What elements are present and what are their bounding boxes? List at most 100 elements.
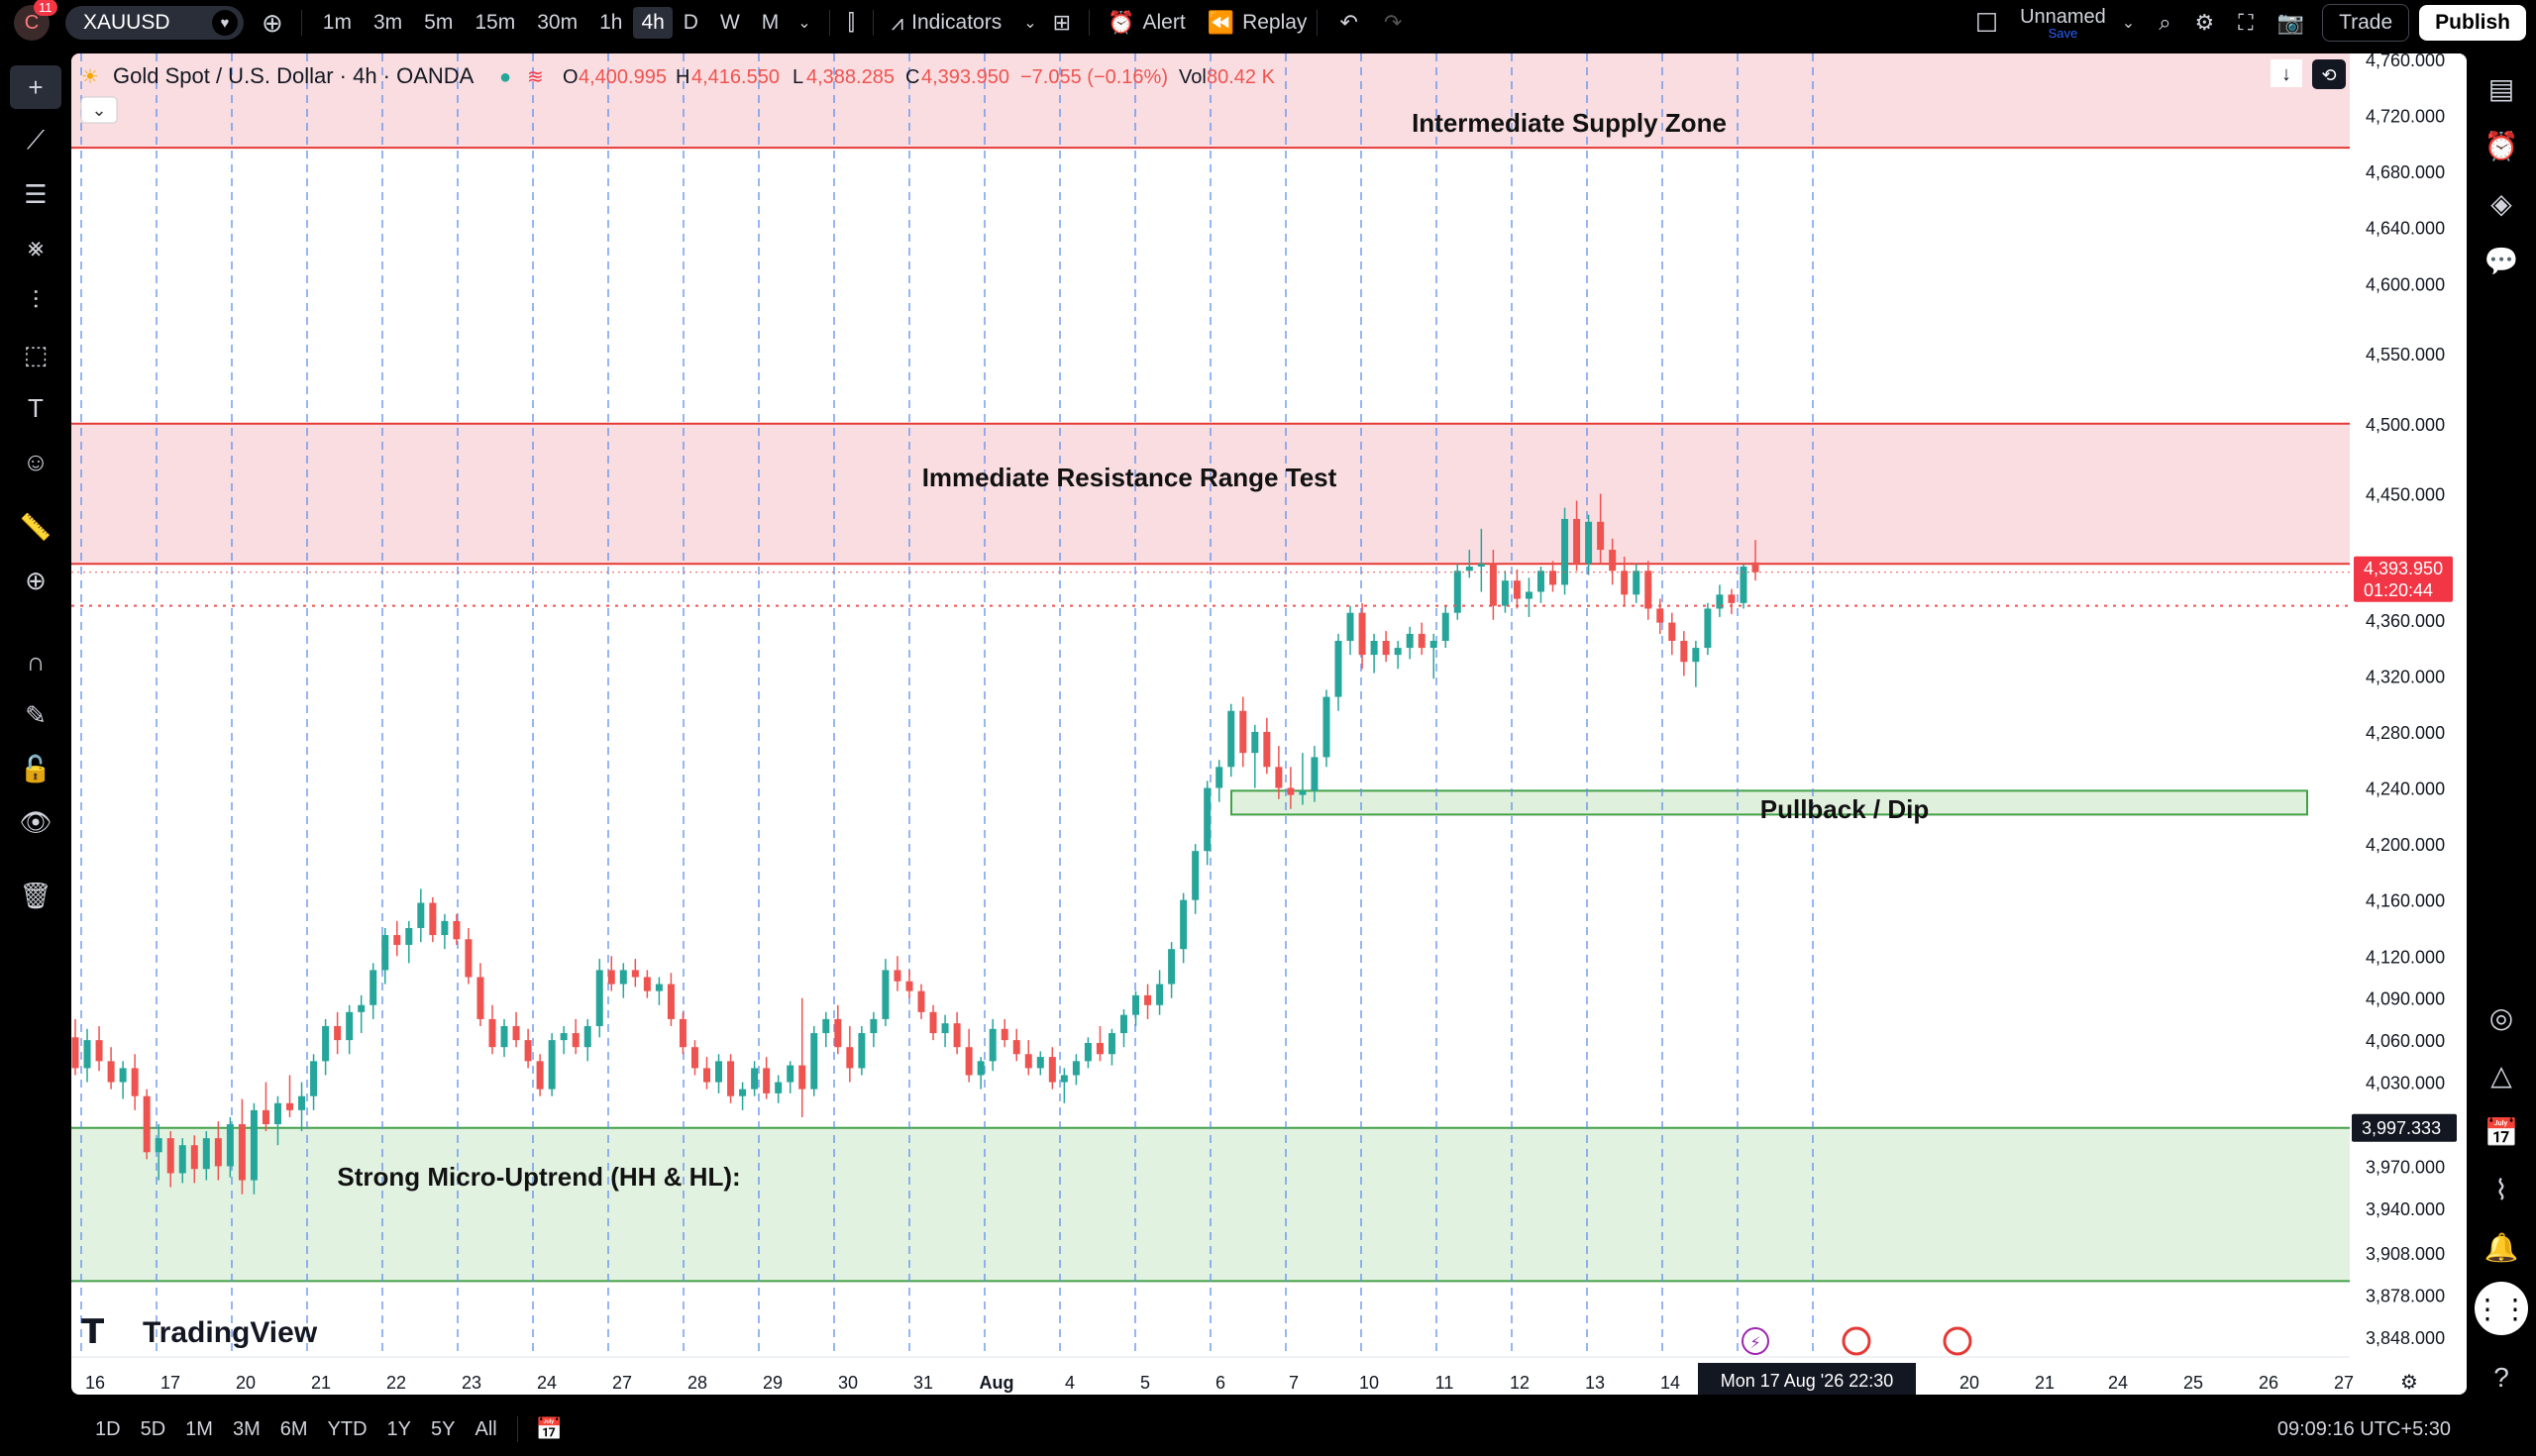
chevron-down-icon[interactable]: ⌄ [1015, 13, 1044, 33]
timeframe-W[interactable]: W [709, 11, 751, 35]
camera-icon[interactable]: 📷 [2270, 10, 2312, 36]
eye-icon[interactable]: 👁 [10, 800, 61, 844]
candle-body [1394, 648, 1402, 656]
heart-icon[interactable]: ♥ [212, 10, 238, 36]
candle-body [429, 902, 437, 936]
chart-pane[interactable]: ⌄ Intermediate Supply Zone Immediate Resis… [71, 53, 2467, 1395]
fullscreen-icon[interactable]: ⛶ [2230, 10, 2261, 36]
account-avatar[interactable]: C 11 [14, 0, 57, 41]
timeframe-5m[interactable]: 5m [413, 11, 464, 35]
range-5y[interactable]: 5Y [421, 1418, 465, 1441]
timeframe-15m[interactable]: 15m [464, 11, 526, 35]
lock-icon[interactable]: 🔓 [10, 747, 61, 790]
candle-body [953, 1023, 961, 1048]
text-icon[interactable]: T [10, 386, 61, 430]
candle-body [763, 1068, 771, 1093]
bell-icon[interactable]: 🔔 [2475, 1220, 2528, 1274]
chat-icon[interactable]: 💬 [2475, 234, 2528, 287]
candle-body [1060, 1075, 1068, 1083]
trash-icon[interactable]: 🗑 [10, 874, 61, 917]
trade-button[interactable]: Trade [2322, 4, 2410, 42]
trend-triangle-icon[interactable]: △ [2475, 1048, 2528, 1101]
candle-body [1382, 641, 1390, 656]
range-ytd[interactable]: YTD [318, 1418, 377, 1441]
price-chart[interactable]: ⌄ Intermediate Supply Zone Immediate Resis… [71, 53, 2467, 1395]
candle-body [1536, 571, 1544, 592]
zoom-icon[interactable]: ⊕ [10, 559, 61, 602]
alerts-clock-icon[interactable]: ⏰ [2475, 119, 2528, 172]
candle-body [1358, 612, 1366, 656]
candle-body [346, 1011, 354, 1041]
timeframe-M[interactable]: M [751, 11, 791, 35]
candle-body [787, 1065, 794, 1083]
layout-square-icon[interactable]: ☐ [1967, 8, 2006, 39]
legend-close: 4,393.950 [921, 66, 1009, 88]
layout-name[interactable]: Unnamed Save [2020, 7, 2106, 40]
candlestick-type-icon[interactable]: ⫿ [840, 10, 863, 36]
candle-body [822, 1018, 830, 1034]
crosshair-icon[interactable]: + [10, 65, 61, 109]
timeframe-D[interactable]: D [673, 11, 709, 35]
price-tick-label: 4,320.000 [2366, 667, 2445, 686]
time-tick-label: 25 [2183, 1373, 2203, 1393]
chevron-down-icon[interactable]: ⌄ [790, 13, 818, 33]
calendar-icon[interactable]: 📅 [2475, 1105, 2528, 1159]
candle-body [358, 1004, 366, 1012]
divider [516, 1416, 518, 1442]
redo-icon[interactable]: ↷ [1376, 10, 1410, 36]
shapes-icon[interactable]: ⬚ [10, 333, 61, 376]
divider [1317, 10, 1319, 36]
candle-body [882, 970, 890, 1019]
timeframe-1h[interactable]: 1h [588, 11, 633, 35]
price-tick-label: 4,060.000 [2366, 1031, 2445, 1051]
range-1y[interactable]: 1Y [377, 1418, 421, 1441]
candle-body [95, 1040, 103, 1062]
range-5d[interactable]: 5D [131, 1418, 176, 1441]
ruler-icon[interactable]: 📏 [10, 505, 61, 549]
quick-search-icon[interactable]: ⌕ [2151, 10, 2178, 36]
candle-body [679, 1018, 687, 1048]
target-icon[interactable]: ◎ [2475, 990, 2528, 1044]
us-economic-event-icon[interactable] [1842, 1326, 1871, 1356]
timeframe-1m[interactable]: 1m [312, 11, 363, 35]
range-1m[interactable]: 1M [175, 1418, 223, 1441]
candle-body [1096, 1042, 1104, 1055]
range-1d[interactable]: 1D [85, 1418, 131, 1441]
apps-grid-icon[interactable]: ⋮⋮ [2474, 1282, 2529, 1335]
layers-icon[interactable]: ◈ [2475, 176, 2528, 230]
symbol-search[interactable]: XAUUSD ♥ [65, 6, 244, 40]
candle-body [834, 1018, 842, 1048]
chevron-down-icon[interactable]: ⌄ [2114, 13, 2143, 33]
timeframe-3m[interactable]: 3m [363, 11, 413, 35]
undo-icon[interactable]: ↶ [1331, 10, 1365, 36]
fib-retracement-icon[interactable]: ☰ [10, 172, 61, 216]
replay-button[interactable]: ⏪ Replay [1200, 0, 1308, 46]
timeframe-30m[interactable]: 30m [526, 11, 588, 35]
legend-title[interactable]: Gold Spot / U.S. Dollar · 4h · OANDA [113, 63, 475, 88]
layouts-icon[interactable]: ⊞ [1045, 10, 1079, 36]
range-3m[interactable]: 3M [223, 1418, 270, 1441]
range-6m[interactable]: 6M [270, 1418, 318, 1441]
date-range-icon[interactable]: 📅 [528, 1416, 571, 1442]
candle-body [572, 1033, 580, 1048]
gear-icon[interactable]: ⚙ [2187, 10, 2223, 36]
pencil-lock-icon[interactable]: ✎ [10, 693, 61, 737]
price-tick-label: 4,240.000 [2366, 780, 2445, 799]
forecast-icon[interactable]: ⫶ [10, 279, 61, 323]
publish-button[interactable]: Publish [2419, 5, 2526, 41]
help-icon[interactable]: ? [2475, 1351, 2528, 1404]
broadcast-icon[interactable]: ⌇ [2475, 1163, 2528, 1216]
candle-body [226, 1124, 234, 1167]
magnet-icon[interactable]: ∩ [10, 640, 61, 683]
emoji-icon[interactable]: ☺ [10, 440, 61, 483]
candle-body [536, 1061, 544, 1090]
range-all[interactable]: All [465, 1418, 506, 1441]
us-economic-event-icon[interactable] [1943, 1326, 1972, 1356]
alert-button[interactable]: ⏰ Alert [1100, 0, 1186, 46]
trend-line-icon[interactable]: ⟋ [10, 119, 61, 162]
add-symbol-icon[interactable]: ⊕ [254, 8, 291, 39]
watchlist-icon[interactable]: ▤ [2475, 61, 2528, 115]
timeframe-4h[interactable]: 4h [633, 7, 673, 39]
indicators-button[interactable]: ⩘ Indicators ⌄ [884, 0, 1045, 46]
pattern-icon[interactable]: ⨳ [10, 226, 61, 269]
